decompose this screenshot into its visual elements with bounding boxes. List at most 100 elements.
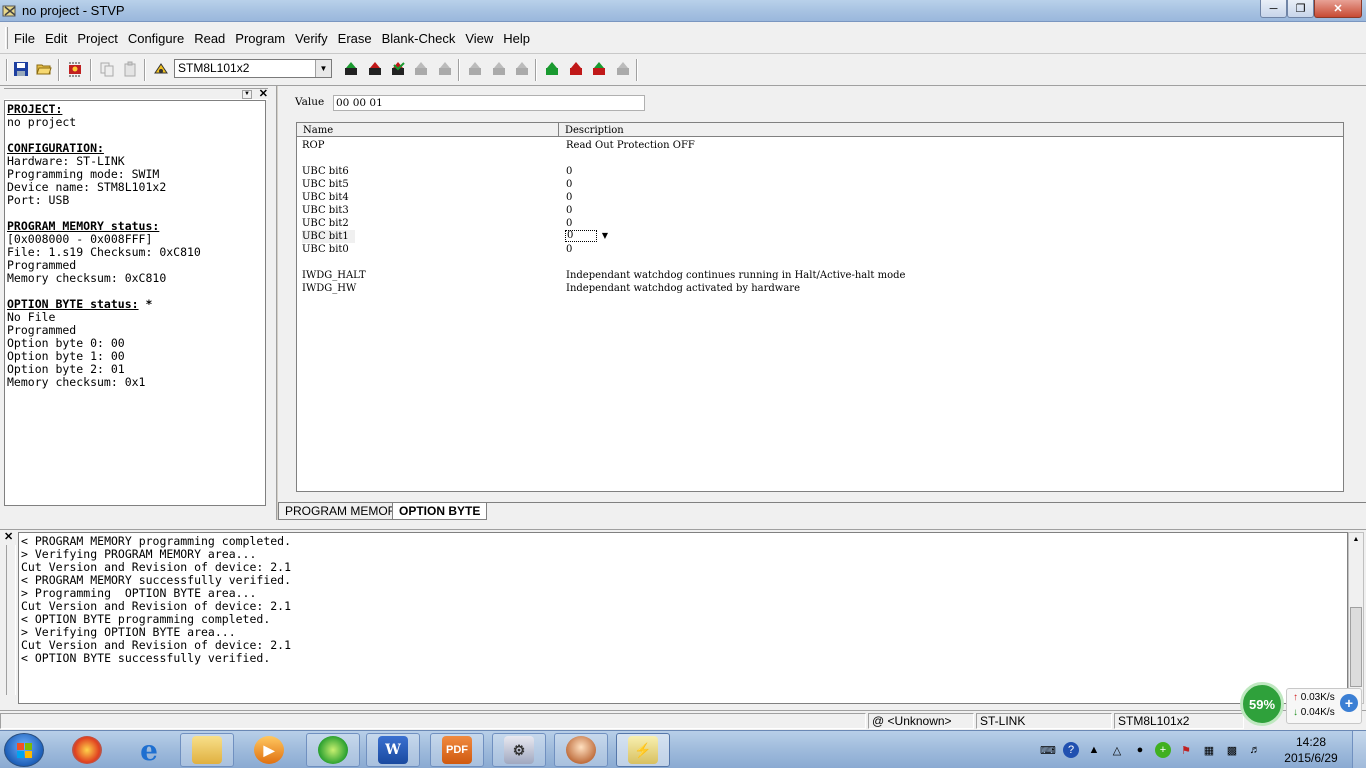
table-row[interactable]: ROP Read Out Protection OFF: [297, 139, 1343, 152]
log-scrollbar[interactable]: ▲ ▼: [1348, 532, 1364, 704]
close-icon: ✕: [1333, 3, 1343, 15]
taskbar-app-pdf[interactable]: PDF: [430, 733, 484, 767]
read-all-button[interactable]: [342, 60, 360, 78]
verify-tab-button[interactable]: [590, 60, 608, 78]
menu-project[interactable]: Project: [77, 31, 117, 46]
table-row[interactable]: UBC bit2 0: [297, 217, 1343, 230]
menu-edit[interactable]: Edit: [45, 31, 67, 46]
taskbar-app-tool[interactable]: ⚙: [492, 733, 546, 767]
taskbar-app-media[interactable]: ▶: [242, 733, 296, 767]
table-row[interactable]: UBC bit0 0: [297, 243, 1343, 256]
verify-all-button[interactable]: [389, 60, 407, 78]
clock[interactable]: 14:28 2015/6/29: [1278, 734, 1344, 766]
menu-file[interactable]: File: [14, 31, 35, 46]
taskbar-app-explorer[interactable]: [180, 733, 234, 767]
chevron-down-icon[interactable]: ▼: [315, 60, 331, 77]
help-icon[interactable]: ?: [1063, 742, 1079, 758]
taskbar-app-word[interactable]: W: [366, 733, 420, 767]
table-row[interactable]: IWDG_HW Independant watchdog activated by…: [297, 282, 1343, 295]
menu-blank-check[interactable]: Blank-Check: [382, 31, 456, 46]
horizontal-splitter[interactable]: [0, 520, 1366, 530]
copy-button[interactable]: [98, 60, 116, 78]
log-close-icon[interactable]: ✕: [4, 532, 18, 543]
open-button[interactable]: [35, 60, 53, 78]
show-hidden-icon[interactable]: △: [1109, 742, 1125, 758]
table-row[interactable]: UBC bit6 0: [297, 165, 1343, 178]
menu-erase[interactable]: Erase: [338, 31, 372, 46]
taskbar-app-browser[interactable]: [306, 733, 360, 767]
volume-icon[interactable]: ♬: [1247, 742, 1263, 758]
taskbar-app-360[interactable]: [60, 733, 114, 767]
flag-icon[interactable]: ⚑: [1178, 742, 1194, 758]
signal-icon[interactable]: ▩: [1224, 742, 1240, 758]
chevron-down-icon[interactable]: ▼: [597, 230, 613, 242]
blank-check-button[interactable]: [436, 60, 454, 78]
taskbar-app-avatar[interactable]: [554, 733, 608, 767]
scroll-thumb[interactable]: [1350, 607, 1362, 687]
qq-icon[interactable]: ●: [1132, 742, 1148, 758]
download-speed: 0.04K/s: [1300, 707, 1335, 718]
menu-verify[interactable]: Verify: [295, 31, 328, 46]
close-button[interactable]: ✕: [1314, 0, 1362, 18]
log-panel: ✕ < PROGRAM MEMORY programming completed…: [0, 530, 1366, 710]
row-name: UBC bit3: [302, 205, 349, 216]
log-side-bar: ✕: [4, 532, 18, 704]
menu-view[interactable]: View: [465, 31, 493, 46]
value-dropdown[interactable]: 0 ▼: [565, 230, 613, 242]
value-input[interactable]: 00 00 01: [333, 95, 645, 111]
verify-current-button[interactable]: [513, 60, 531, 78]
network-adapter-icon[interactable]: ▲: [1086, 742, 1102, 758]
paste-button[interactable]: [121, 60, 139, 78]
row-name: UBC bit6: [302, 166, 349, 177]
program-arrow-icon: [369, 62, 381, 75]
maximize-button[interactable]: ❐: [1287, 0, 1314, 18]
log-grip[interactable]: [6, 545, 16, 695]
device-select[interactable]: STM8L101x2 ▼: [174, 59, 332, 78]
panel-close-icon[interactable]: ✕: [259, 89, 268, 100]
table-row-selected[interactable]: UBC bit1 0 ▼: [297, 230, 1343, 243]
column-header-description[interactable]: Description: [565, 125, 624, 136]
program-all-button[interactable]: [366, 60, 384, 78]
column-header-name[interactable]: Name: [303, 125, 333, 136]
row-description: 0: [566, 218, 573, 229]
device-icon[interactable]: ▦: [1201, 742, 1217, 758]
menu-read[interactable]: Read: [194, 31, 225, 46]
menu-program[interactable]: Program: [235, 31, 285, 46]
read-tab-button[interactable]: [543, 60, 561, 78]
erase-tab-button[interactable]: [614, 60, 632, 78]
start-button[interactable]: [4, 733, 44, 767]
taskbar-app-ie[interactable]: e: [122, 733, 176, 767]
menu-configure[interactable]: Configure: [128, 31, 184, 46]
panel-menu-icon[interactable]: ▼: [242, 90, 252, 99]
taskbar-app-stvp[interactable]: ⚡: [616, 733, 670, 767]
table-row[interactable]: IWDG_HALT Independant watchdog continues …: [297, 269, 1343, 282]
vertical-splitter[interactable]: [268, 86, 277, 520]
erase-button[interactable]: [412, 60, 430, 78]
read-current-button[interactable]: [466, 60, 484, 78]
save-button[interactable]: [12, 60, 30, 78]
accelerate-plus-icon[interactable]: +: [1340, 694, 1358, 712]
keyboard-icon[interactable]: ⌨: [1040, 742, 1056, 758]
program-tab-button[interactable]: [567, 60, 585, 78]
option-byte-view: Value 00 00 01 Name Description ROP Read …: [278, 86, 1366, 502]
tab-program-memory[interactable]: PROGRAM MEMORY: [278, 503, 411, 520]
menu-items: File Edit Project Configure Read Program…: [14, 31, 540, 46]
tab-option-byte[interactable]: OPTION BYTE: [392, 503, 488, 520]
stvp-taskbar-icon: ⚡: [628, 736, 658, 764]
table-row[interactable]: UBC bit3 0: [297, 204, 1343, 217]
erase-disabled-icon: [415, 62, 427, 75]
memory-usage-gauge[interactable]: 59%: [1240, 682, 1284, 726]
show-desktop-button[interactable]: [1352, 731, 1366, 768]
table-row[interactable]: UBC bit4 0: [297, 191, 1343, 204]
minimize-button[interactable]: ─: [1260, 0, 1287, 18]
dropdown-value[interactable]: 0: [565, 230, 597, 242]
chip-config-button[interactable]: [66, 60, 84, 78]
scroll-up-icon[interactable]: ▲: [1349, 533, 1363, 547]
program-current-button[interactable]: [490, 60, 508, 78]
table-row[interactable]: UBC bit5 0: [297, 178, 1343, 191]
security-app-icon: [72, 736, 102, 764]
open-folder-icon: [36, 64, 52, 75]
add-icon[interactable]: +: [1155, 742, 1171, 758]
menu-help[interactable]: Help: [503, 31, 530, 46]
device-icon-button[interactable]: [152, 60, 170, 78]
